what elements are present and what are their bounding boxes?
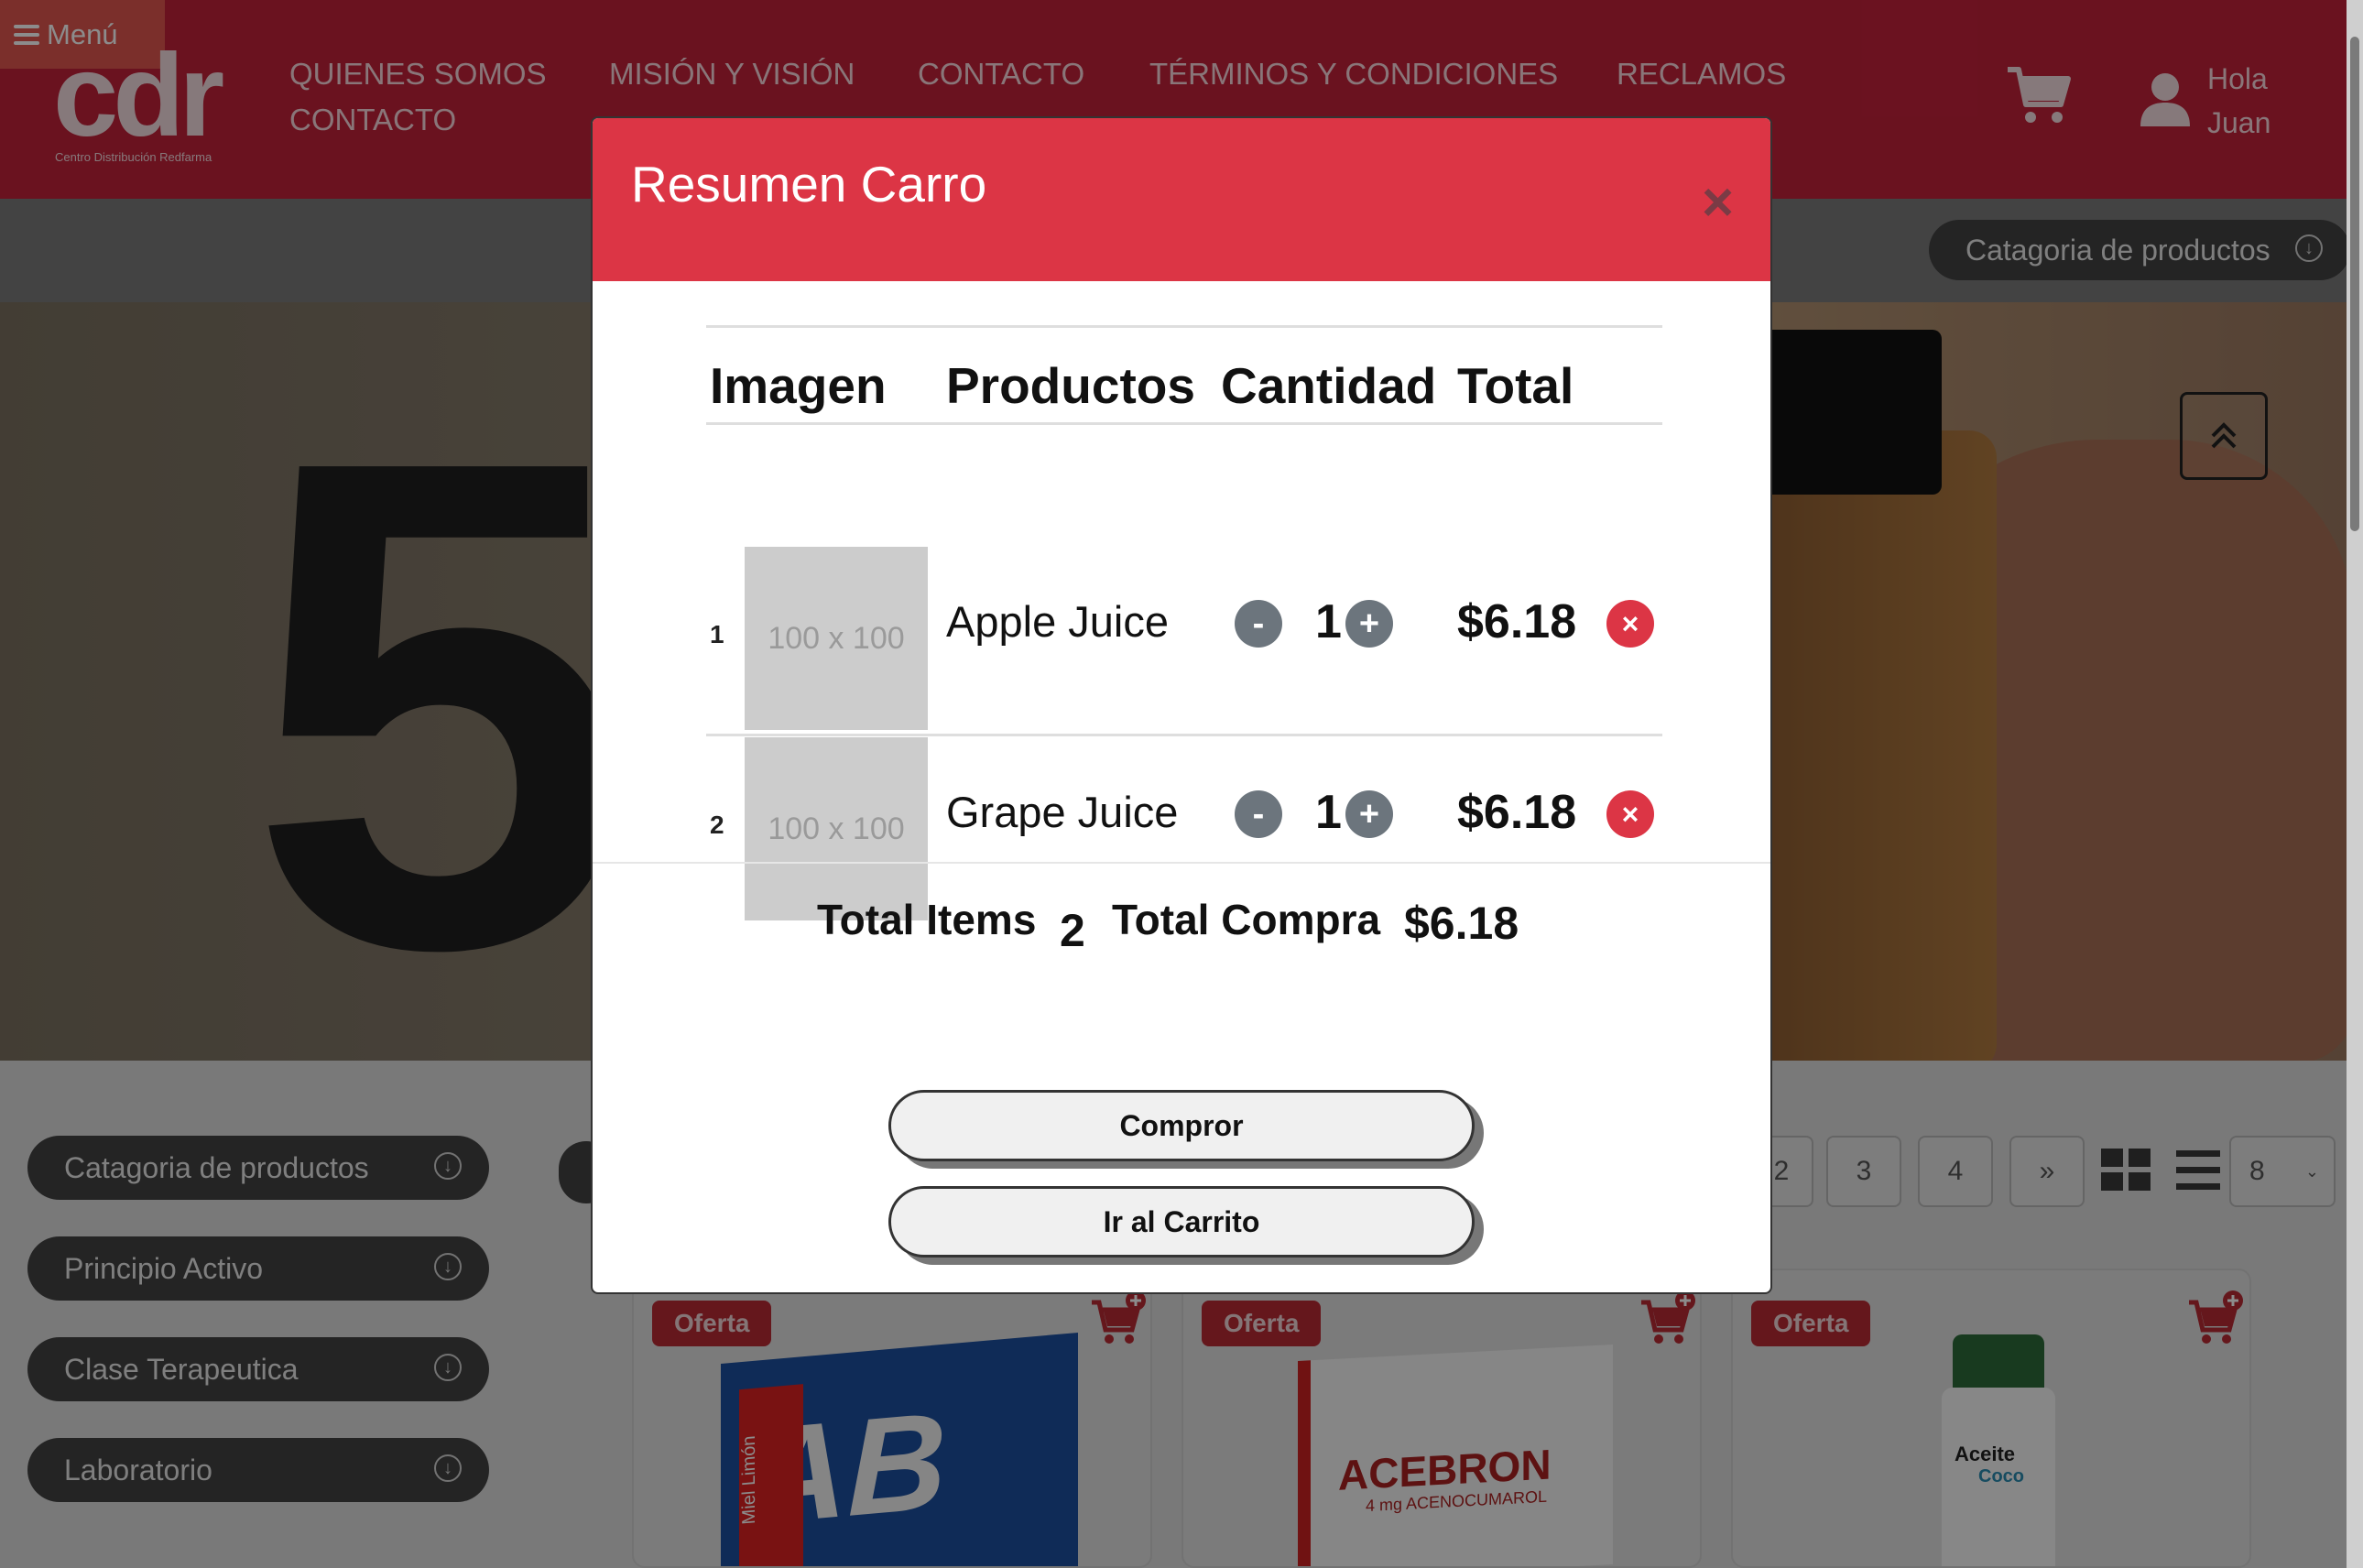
summary-divider — [593, 862, 1770, 864]
close-icon[interactable]: × — [1702, 175, 1734, 230]
col-header-productos: Productos — [946, 357, 1195, 414]
remove-item-icon[interactable]: × — [1606, 790, 1654, 838]
product-image-placeholder: 100 x 100 — [745, 737, 928, 920]
col-header-imagen: Imagen — [710, 357, 887, 414]
increase-qty-button[interactable]: + — [1345, 790, 1393, 838]
page: Menú cdr Centro Distribución Redfarma QU… — [0, 0, 2363, 1568]
product-image-placeholder: 100 x 100 — [745, 547, 928, 730]
page-scrollbar[interactable] — [2347, 0, 2363, 1568]
total-compra-label: Total Compra — [1112, 896, 1381, 943]
total-items-value: 2 — [1060, 905, 1085, 956]
go-to-cart-button[interactable]: Ir al Carrito — [888, 1186, 1475, 1258]
col-header-total: Total — [1457, 357, 1574, 414]
header-divider — [706, 422, 1662, 425]
total-compra-value: $6.18 — [1404, 898, 1519, 949]
decrease-qty-button[interactable]: - — [1235, 790, 1282, 838]
product-name: Grape Juice — [946, 788, 1179, 836]
row-number: 2 — [710, 811, 724, 839]
row-total: $6.18 — [1457, 786, 1577, 839]
table-top-border — [706, 325, 1662, 328]
qty-value: 1 — [1315, 595, 1342, 648]
row-divider — [706, 734, 1662, 736]
decrease-qty-button[interactable]: - — [1235, 600, 1282, 648]
row-number: 1 — [710, 620, 724, 648]
cart-summary-modal: Resumen Carro × Imagen Productos Cantida… — [591, 116, 1772, 1294]
modal-title: Resumen Carro — [631, 156, 987, 212]
total-items-label: Total Items — [817, 896, 1037, 943]
qty-value: 1 — [1315, 786, 1342, 839]
buy-button[interactable]: Compror — [888, 1090, 1475, 1161]
modal-header: Resumen Carro × — [593, 118, 1770, 281]
product-name: Apple Juice — [946, 597, 1169, 646]
scrollbar-thumb[interactable] — [2350, 37, 2359, 531]
col-header-cantidad: Cantidad — [1221, 357, 1437, 414]
row-total: $6.18 — [1457, 595, 1577, 648]
increase-qty-button[interactable]: + — [1345, 600, 1393, 648]
remove-item-icon[interactable]: × — [1606, 600, 1654, 648]
